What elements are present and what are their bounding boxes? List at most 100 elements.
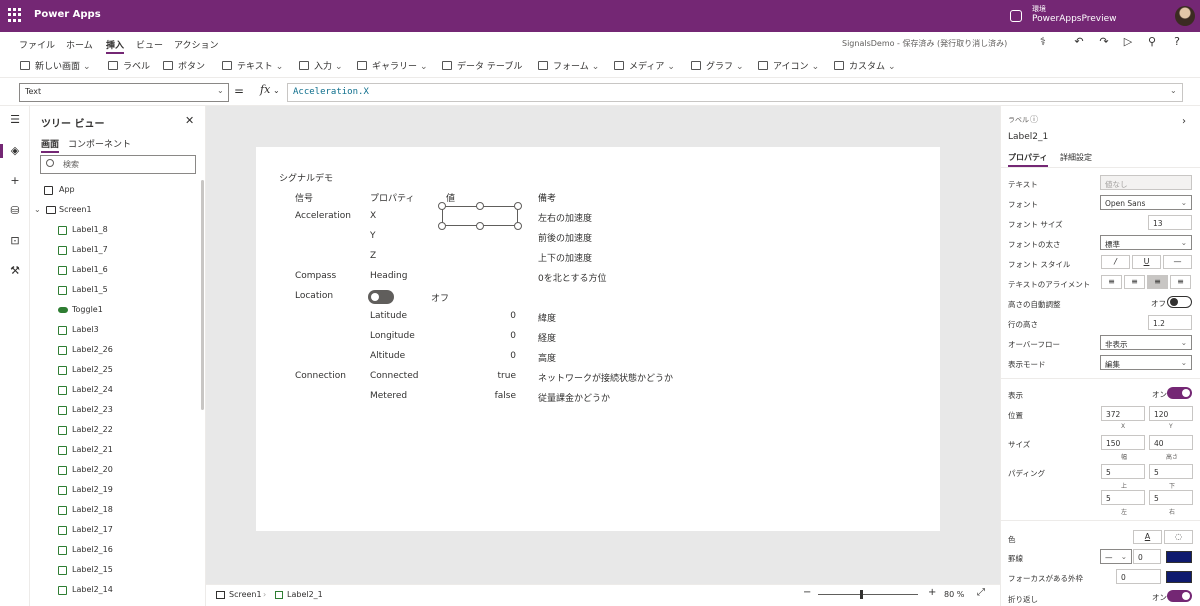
formula-input[interactable]: Acceleration.X — [287, 83, 1183, 102]
resize-handle[interactable] — [514, 222, 522, 230]
overflow-dropdown[interactable]: 非表示 ⌄ — [1100, 335, 1192, 350]
insert-text-button[interactable]: テキスト ⌄ — [222, 59, 283, 72]
zoom-in-button[interactable]: + — [928, 587, 936, 598]
resize-handle[interactable] — [476, 222, 484, 230]
tree-scrollbar[interactable] — [201, 180, 204, 410]
resize-handle[interactable] — [476, 202, 484, 210]
add-insert-icon[interactable]: + — [9, 175, 21, 187]
tree-item[interactable]: Label2_14 — [30, 580, 200, 600]
italic-button[interactable]: / — [1101, 255, 1130, 269]
tree-item[interactable]: Label2_22 — [30, 420, 200, 440]
advanced-tools-icon[interactable]: ⚒ — [9, 265, 21, 277]
insert-data-table-button[interactable]: データ テーブル — [442, 59, 522, 72]
zoom-out-button[interactable]: − — [803, 587, 811, 598]
align-right-icon[interactable]: ≡ — [1147, 275, 1168, 289]
control-name[interactable]: Label2_1 — [1008, 132, 1048, 142]
tree-item[interactable]: Label2_25 — [30, 360, 200, 380]
data-cylinder-icon[interactable]: ⛁ — [9, 205, 21, 217]
position-x-input[interactable]: 372 — [1101, 406, 1145, 421]
font-size-input[interactable]: 13 — [1148, 215, 1192, 230]
waffle-menu-icon[interactable] — [8, 8, 22, 22]
tree-item[interactable]: Toggle1 — [30, 300, 200, 320]
tree-item[interactable]: Label1_6 — [30, 260, 200, 280]
focus-border-color-swatch[interactable] — [1166, 571, 1192, 583]
tree-item[interactable]: Label1_8 — [30, 220, 200, 240]
tree-item-app[interactable]: App — [30, 180, 200, 200]
padding-top-input[interactable]: 5 — [1101, 464, 1145, 479]
fill-color-icon[interactable]: ◌ — [1164, 530, 1193, 544]
avatar[interactable] — [1175, 6, 1195, 26]
line-height-input[interactable]: 1.2 — [1148, 315, 1192, 330]
app-checker-icon[interactable]: ⚕ — [1036, 35, 1050, 49]
wrap-toggle[interactable] — [1167, 590, 1192, 602]
resize-handle[interactable] — [514, 202, 522, 210]
tree-item[interactable]: Label2_20 — [30, 460, 200, 480]
hamburger-menu-icon[interactable]: ☰ — [9, 114, 21, 126]
visible-toggle[interactable] — [1167, 387, 1192, 399]
chevron-down-icon[interactable]: ⌄ — [273, 86, 280, 95]
text-prop-input[interactable]: 値なし — [1100, 175, 1192, 190]
resize-handle[interactable] — [438, 202, 446, 210]
underline-button[interactable]: U — [1132, 255, 1161, 269]
align-center-icon[interactable]: ≡ — [1124, 275, 1145, 289]
insert-button-button[interactable]: ボタン — [163, 59, 205, 72]
tree-item[interactable]: Label2_21 — [30, 440, 200, 460]
padding-left-input[interactable]: 5 — [1101, 490, 1145, 505]
padding-bottom-input[interactable]: 5 — [1149, 464, 1193, 479]
insert-input-button[interactable]: 入力 ⌄ — [299, 59, 343, 72]
menu-tab-action[interactable]: アクション — [174, 38, 219, 51]
menu-tab-file[interactable]: ファイル — [19, 38, 55, 51]
text-color-button[interactable]: A — [1133, 530, 1162, 544]
tree-item[interactable]: Label2_26 — [30, 340, 200, 360]
info-icon[interactable]: ⓘ — [1030, 114, 1038, 125]
tree-item[interactable]: Label1_5 — [30, 280, 200, 300]
redo-icon[interactable]: ↷ — [1097, 35, 1111, 49]
width-input[interactable]: 150 — [1101, 435, 1145, 450]
tree-item[interactable]: Label2_15 — [30, 560, 200, 580]
tree-view-layers-icon[interactable]: ◈ — [9, 145, 21, 157]
insert-icons-button[interactable]: アイコン ⌄ — [758, 59, 819, 72]
display-mode-dropdown[interactable]: 編集 ⌄ — [1100, 355, 1192, 370]
chevron-down-icon[interactable]: ⌄ — [34, 205, 41, 214]
resize-handle[interactable] — [438, 222, 446, 230]
tree-item[interactable]: Label3 — [30, 320, 200, 340]
position-y-input[interactable]: 120 — [1149, 406, 1193, 421]
zoom-slider[interactable] — [818, 594, 918, 595]
breadcrumb-screen[interactable]: Screen1 — [229, 590, 262, 599]
tree-item[interactable]: Label2_16 — [30, 540, 200, 560]
environment-name[interactable]: PowerAppsPreview — [1032, 14, 1117, 24]
chevron-down-icon[interactable]: ⌄ — [217, 86, 224, 95]
preview-play-icon[interactable]: ▷ — [1121, 35, 1135, 49]
strikethrough-button[interactable]: — — [1163, 255, 1192, 269]
insert-label-button[interactable]: ラベル — [108, 59, 150, 72]
border-width-input[interactable]: 0 — [1133, 549, 1161, 564]
tree-item[interactable]: Label2_24 — [30, 380, 200, 400]
height-input[interactable]: 40 — [1149, 435, 1193, 450]
insert-custom-button[interactable]: カスタム ⌄ — [834, 59, 896, 72]
zoom-slider-thumb[interactable] — [860, 590, 863, 599]
share-user-icon[interactable]: ⚲ — [1145, 35, 1159, 49]
breadcrumb-control[interactable]: Label2_1 — [287, 590, 323, 599]
tree-item[interactable]: Label2_23 — [30, 400, 200, 420]
tree-item[interactable]: Label2_17 — [30, 520, 200, 540]
tree-item[interactable]: Label2_19 — [30, 480, 200, 500]
chevron-right-icon[interactable]: › — [1182, 116, 1186, 127]
media-icon[interactable]: ⊡ — [9, 235, 21, 247]
fx-icon[interactable]: fx — [260, 83, 270, 96]
new-screen-button[interactable]: 新しい画面 ⌄ — [20, 59, 91, 72]
tab-components[interactable]: コンポーネント — [68, 137, 131, 150]
tree-item[interactable]: Label1_7 — [30, 240, 200, 260]
tree-item[interactable]: Label2_18 — [30, 500, 200, 520]
tab-properties[interactable]: プロパティ — [1008, 152, 1048, 167]
insert-chart-button[interactable]: グラフ ⌄ — [691, 59, 744, 72]
menu-tab-home[interactable]: ホーム — [66, 38, 93, 51]
menu-tab-insert[interactable]: 挿入 — [106, 38, 125, 54]
padding-right-input[interactable]: 5 — [1149, 490, 1193, 505]
border-style-dropdown[interactable]: — ⌄ — [1100, 549, 1132, 564]
app-screen[interactable] — [256, 147, 940, 531]
autoheight-toggle[interactable] — [1167, 296, 1192, 308]
help-icon[interactable]: ? — [1170, 35, 1184, 49]
tree-item-screen1[interactable]: ⌄ Screen1 — [30, 200, 200, 220]
align-justify-icon[interactable]: ≡ — [1170, 275, 1191, 289]
tab-advanced[interactable]: 詳細設定 — [1060, 152, 1092, 163]
